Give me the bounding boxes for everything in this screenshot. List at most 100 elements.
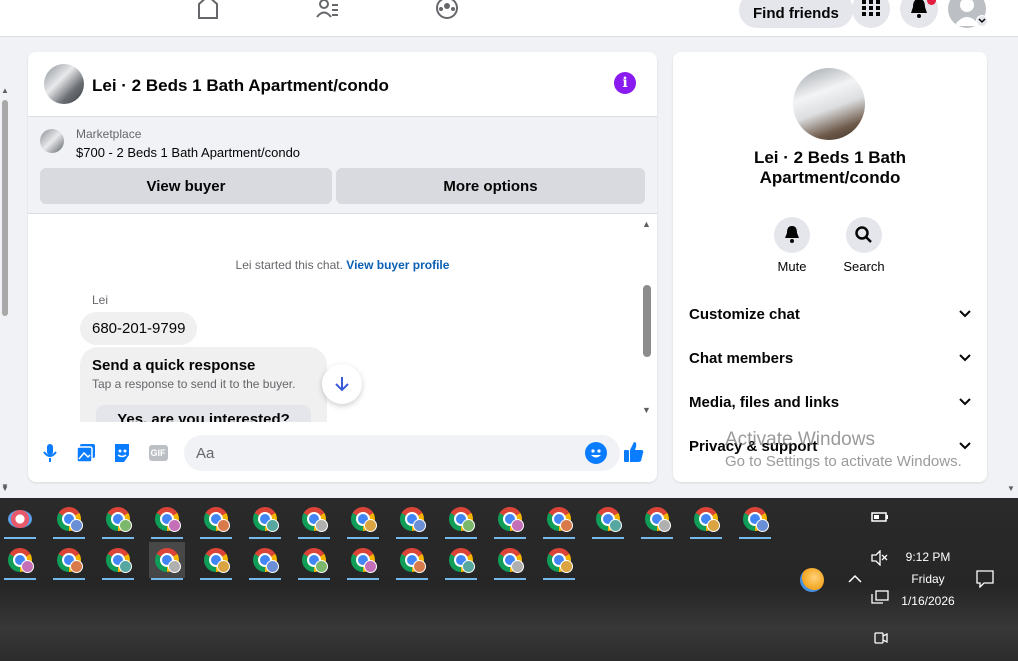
photo-icon[interactable] bbox=[75, 442, 97, 464]
system-message-text: Lei started this chat. bbox=[235, 258, 343, 272]
chrome-profile-icon[interactable] bbox=[492, 542, 528, 580]
clock-time[interactable]: 9:12 PM bbox=[888, 550, 968, 564]
search-label: Search bbox=[843, 259, 885, 274]
listing-title[interactable]: $700 - 2 Beds 1 Bath Apartment/condo bbox=[76, 145, 300, 160]
chrome-profile-icon[interactable] bbox=[345, 542, 381, 580]
chrome-profile-icon[interactable] bbox=[149, 501, 185, 539]
chat-members-row[interactable]: Chat members bbox=[689, 346, 971, 370]
chrome-profile-icon[interactable] bbox=[2, 542, 38, 580]
clock-day[interactable]: Friday bbox=[888, 572, 968, 586]
more-options-button[interactable]: More options bbox=[336, 168, 645, 204]
chrome-profile-icon[interactable] bbox=[247, 542, 283, 580]
chrome-profile-icon[interactable] bbox=[590, 501, 626, 539]
groups-icon[interactable] bbox=[432, 0, 462, 22]
chrome-profile-icon[interactable] bbox=[100, 501, 136, 539]
chevron-down-icon bbox=[959, 354, 971, 362]
chrome-profile-icon[interactable] bbox=[149, 542, 185, 580]
watermark-line1: Activate Windows bbox=[725, 429, 875, 450]
watermark-line2: Go to Settings to activate Windows. bbox=[725, 453, 962, 470]
scroll-to-bottom-button[interactable] bbox=[322, 364, 362, 404]
account-chevron-icon[interactable] bbox=[976, 15, 988, 27]
chrome-profile-icon[interactable] bbox=[51, 501, 87, 539]
notifications-icon[interactable] bbox=[900, 0, 938, 28]
clock-date[interactable]: 1/16/2026 bbox=[888, 594, 968, 608]
message-input-box[interactable] bbox=[184, 435, 620, 471]
home-icon[interactable] bbox=[193, 0, 223, 22]
chrome-profile-icon[interactable] bbox=[737, 501, 773, 539]
page-scrollbar[interactable]: ▲ ▼ bbox=[0, 86, 10, 492]
chevron-down-icon bbox=[959, 398, 971, 406]
chrome-profile-icon[interactable] bbox=[443, 542, 479, 580]
chrome-profile-icon[interactable] bbox=[394, 501, 430, 539]
view-buyer-profile-link[interactable]: View buyer profile bbox=[346, 258, 449, 272]
quick-response-subtitle: Tap a response to send it to the buyer. bbox=[92, 377, 296, 391]
volume-muted-icon[interactable] bbox=[871, 549, 889, 571]
snipping-tool-icon[interactable] bbox=[2, 501, 38, 539]
listing-thumbnail[interactable] bbox=[40, 129, 64, 153]
chrome-profile-icon[interactable] bbox=[198, 501, 234, 539]
chat-title[interactable]: Lei · 2 Beds 1 Bath Apartment/condo bbox=[92, 76, 389, 96]
scroll-right-arrow-icon[interactable]: ▼ bbox=[1007, 484, 1015, 493]
horizontal-scrollbar[interactable]: ▼ ▼ bbox=[0, 484, 1018, 494]
mute-label: Mute bbox=[777, 259, 807, 274]
message-list: Lei started this chat. View buyer profil… bbox=[28, 215, 657, 422]
thumbs-up-icon[interactable] bbox=[623, 441, 645, 463]
microphone-icon[interactable] bbox=[39, 442, 61, 464]
chrome-profile-icon[interactable] bbox=[443, 501, 479, 539]
meet-now-icon[interactable] bbox=[871, 630, 889, 651]
quick-response-option[interactable]: Yes, are you interested? bbox=[96, 405, 311, 422]
quick-response-card: Send a quick response Tap a response to … bbox=[80, 347, 327, 422]
message-input[interactable] bbox=[196, 443, 576, 463]
chrome-profile-icon[interactable] bbox=[345, 501, 381, 539]
info-icon[interactable]: i bbox=[614, 72, 636, 94]
mute-button[interactable]: Mute bbox=[762, 217, 822, 274]
friends-icon[interactable] bbox=[313, 0, 343, 22]
message-scroll-up-icon[interactable]: ▲ bbox=[642, 219, 651, 229]
sticker-icon[interactable] bbox=[111, 442, 133, 464]
page-scrollbar-thumb[interactable] bbox=[2, 100, 8, 316]
message-bubble[interactable]: 680-201-9799 bbox=[80, 312, 198, 345]
chrome-profile-icon[interactable] bbox=[51, 542, 87, 580]
activate-windows-watermark: Activate Windows Go to Settings to activ… bbox=[725, 429, 962, 470]
chat-avatar[interactable] bbox=[44, 64, 84, 104]
menu-grid-icon[interactable] bbox=[852, 0, 890, 28]
battery-icon[interactable] bbox=[871, 510, 889, 529]
sender-name: Lei bbox=[92, 293, 109, 307]
gif-label: GIF bbox=[148, 445, 168, 461]
view-buyer-button[interactable]: View buyer bbox=[40, 168, 332, 204]
gif-icon[interactable]: GIF bbox=[147, 442, 169, 464]
scroll-up-arrow-icon[interactable]: ▲ bbox=[1, 86, 9, 95]
find-friends-button[interactable]: Find friends bbox=[739, 0, 853, 28]
customize-chat-label: Customize chat bbox=[689, 305, 800, 323]
chrome-profile-icon[interactable] bbox=[541, 542, 577, 580]
arrow-down-icon bbox=[335, 377, 349, 392]
chrome-profile-icon[interactable] bbox=[198, 542, 234, 580]
chevron-down-icon bbox=[959, 310, 971, 318]
chrome-profile-icon[interactable] bbox=[492, 501, 528, 539]
scroll-left-arrow-icon[interactable]: ▼ bbox=[1, 484, 9, 493]
media-files-links-label: Media, files and links bbox=[689, 393, 840, 411]
emoji-icon[interactable] bbox=[585, 442, 607, 464]
customize-chat-row[interactable]: Customize chat bbox=[689, 302, 971, 326]
weather-icon[interactable] bbox=[800, 568, 824, 592]
chrome-profile-icon[interactable] bbox=[296, 542, 332, 580]
profile-picture[interactable] bbox=[793, 68, 865, 140]
chrome-profile-icon[interactable] bbox=[394, 542, 430, 580]
chrome-profile-icon[interactable] bbox=[100, 542, 136, 580]
profile-name-line1: Lei · 2 Beds 1 Bath bbox=[753, 148, 907, 167]
network-icon[interactable] bbox=[871, 590, 889, 611]
message-scrollbar[interactable]: ▲ ▼ bbox=[640, 215, 654, 422]
notification-center-icon[interactable] bbox=[976, 570, 994, 593]
media-files-links-row[interactable]: Media, files and links bbox=[689, 390, 971, 414]
chrome-profile-icon[interactable] bbox=[541, 501, 577, 539]
marketplace-bar: Marketplace $700 - 2 Beds 1 Bath Apartme… bbox=[28, 117, 657, 214]
chrome-profile-icon[interactable] bbox=[688, 501, 724, 539]
chrome-profile-icon[interactable] bbox=[639, 501, 675, 539]
chrome-profile-icon[interactable] bbox=[247, 501, 283, 539]
search-button[interactable]: Search bbox=[834, 217, 894, 274]
message-scroll-down-icon[interactable]: ▼ bbox=[642, 405, 651, 415]
show-hidden-icons-chevron-icon[interactable] bbox=[848, 571, 862, 589]
top-nav: Find friends bbox=[0, 0, 1018, 37]
chrome-profile-icon[interactable] bbox=[296, 501, 332, 539]
message-scrollbar-thumb[interactable] bbox=[643, 285, 651, 357]
